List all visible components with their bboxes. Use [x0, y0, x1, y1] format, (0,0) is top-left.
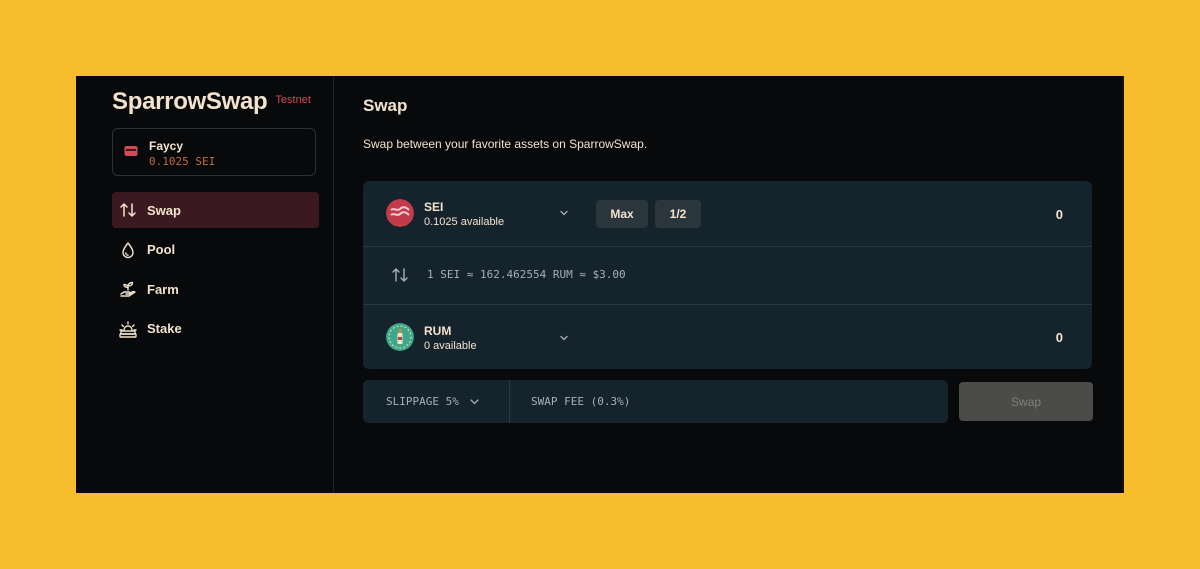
main-content: Swap Swap between your favorite assets o… [334, 76, 1124, 493]
to-amount-input[interactable] [941, 329, 1065, 346]
sidebar: SparrowSwap Testnet Faycy 0.1025 SEI Swa… [76, 76, 334, 493]
rum-logo-icon [386, 323, 414, 351]
sidebar-item-label: Farm [147, 281, 179, 297]
sunrise-icon [118, 319, 138, 339]
sprout-hand-icon [118, 279, 138, 299]
wallet-name: Faycy [149, 139, 184, 153]
chevron-down-icon [470, 399, 479, 405]
sidebar-nav: Swap Pool Farm Stake [112, 192, 319, 350]
sidebar-item-pool[interactable]: Pool [112, 232, 319, 268]
from-token-available: 0.1025 available [424, 216, 505, 228]
sidebar-item-swap[interactable]: Swap [112, 192, 319, 228]
from-amount-input[interactable] [941, 206, 1065, 223]
rate-row: 1 SEI ≈ 162.462554 RUM ≈ $3.00 [363, 247, 1092, 305]
max-button[interactable]: Max [596, 200, 648, 228]
to-token-row: RUM 0 available [363, 305, 1092, 369]
chevron-down-icon[interactable] [559, 208, 569, 218]
scrollbar[interactable] [1122, 76, 1124, 493]
swap-settings-bar: SLIPPAGE 5% SWAP FEE (0.3%) [363, 380, 948, 423]
brand-name[interactable]: SparrowSwap [112, 88, 268, 116]
sei-logo-icon [386, 199, 414, 227]
app-window: SparrowSwap Testnet Faycy 0.1025 SEI Swa… [76, 76, 1124, 493]
wallet-card[interactable]: Faycy 0.1025 SEI [112, 128, 316, 176]
sidebar-item-stake[interactable]: Stake [112, 311, 319, 347]
sidebar-item-label: Pool [147, 242, 176, 257]
slippage-label: SLIPPAGE 5% [386, 395, 459, 408]
page-title: Swap [363, 96, 408, 115]
swap-card: SEI 0.1025 available Max 1/2 1 SEI ≈ 162… [363, 181, 1092, 369]
exchange-rate: 1 SEI ≈ 162.462554 RUM ≈ $3.00 [427, 268, 626, 281]
wallet-icon [124, 146, 138, 156]
slippage-select[interactable]: SLIPPAGE 5% [363, 380, 510, 423]
sidebar-item-label: Stake [147, 321, 182, 336]
chevron-down-icon[interactable] [559, 333, 569, 343]
swap-fee-label: SWAP FEE (0.3%) [531, 395, 631, 408]
brand: SparrowSwap Testnet [112, 88, 311, 116]
to-token-available: 0 available [424, 340, 477, 352]
swap-direction-icon[interactable] [391, 266, 409, 284]
sidebar-item-farm[interactable]: Farm [112, 271, 319, 307]
swap-button[interactable]: Swap [959, 382, 1093, 421]
from-token-row: SEI 0.1025 available Max 1/2 [363, 181, 1092, 247]
sidebar-item-label: Swap [147, 202, 181, 218]
page-subtitle: Swap between your favorite assets on Spa… [363, 137, 648, 151]
half-button[interactable]: 1/2 [655, 200, 701, 228]
network-badge: Testnet [275, 94, 311, 106]
from-token-name: SEI [424, 200, 444, 214]
wallet-balance: 0.1025 SEI [149, 155, 216, 168]
swap-arrows-icon [118, 200, 138, 220]
drop-icon [118, 240, 138, 260]
to-token-name: RUM [424, 324, 452, 338]
